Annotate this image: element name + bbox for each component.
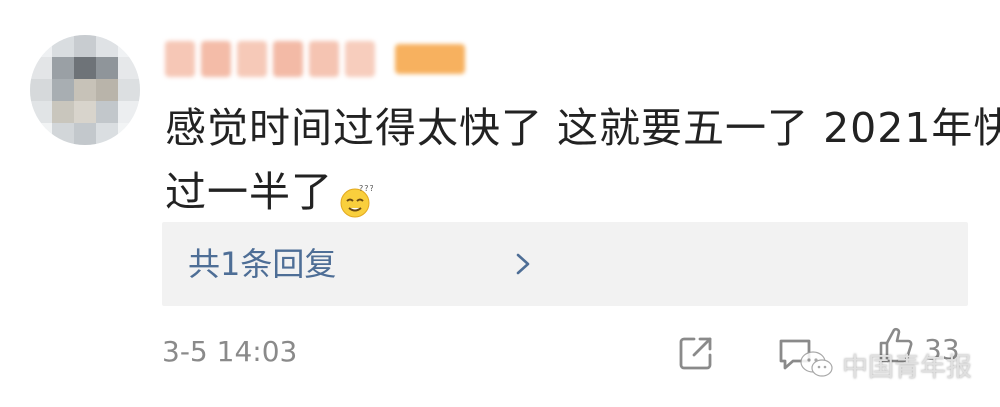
username-block	[309, 41, 339, 77]
comment-line-2-text: 过一半了	[165, 168, 333, 216]
username-block	[273, 41, 303, 77]
comment-icon[interactable]	[775, 333, 815, 373]
comment-line-1: 感觉时间过得太快了 这就要五一了 2021年快	[165, 104, 1000, 152]
svg-text:???: ???	[359, 184, 373, 193]
username-block	[201, 41, 231, 77]
username-blurred[interactable]	[165, 38, 465, 80]
comment-text: 感觉时间过得太快了 这就要五一了 2021年快 过一半了 ???	[165, 96, 1000, 224]
avatar-mosaic	[30, 35, 140, 145]
username-block	[345, 41, 375, 77]
thumbs-up-icon[interactable]	[876, 325, 916, 365]
avatar[interactable]	[30, 35, 140, 145]
chevron-right-icon	[512, 252, 534, 276]
comment-line-2: 过一半了 ???	[165, 160, 965, 224]
timestamp: 3-5 14:03	[162, 335, 298, 368]
username-block	[237, 41, 267, 77]
like-count: 33	[924, 333, 960, 366]
share-icon[interactable]	[676, 333, 716, 373]
dizzy-face-emoji-icon: ???	[337, 173, 374, 218]
vip-badge	[395, 44, 465, 74]
username-block	[165, 41, 195, 77]
reply-count-label: 共1条回复	[188, 245, 337, 283]
view-replies-button[interactable]: 共1条回复	[162, 222, 968, 306]
comment-card: 感觉时间过得太快了 这就要五一了 2021年快 过一半了 ??? 共1条回复 3…	[0, 0, 1000, 407]
